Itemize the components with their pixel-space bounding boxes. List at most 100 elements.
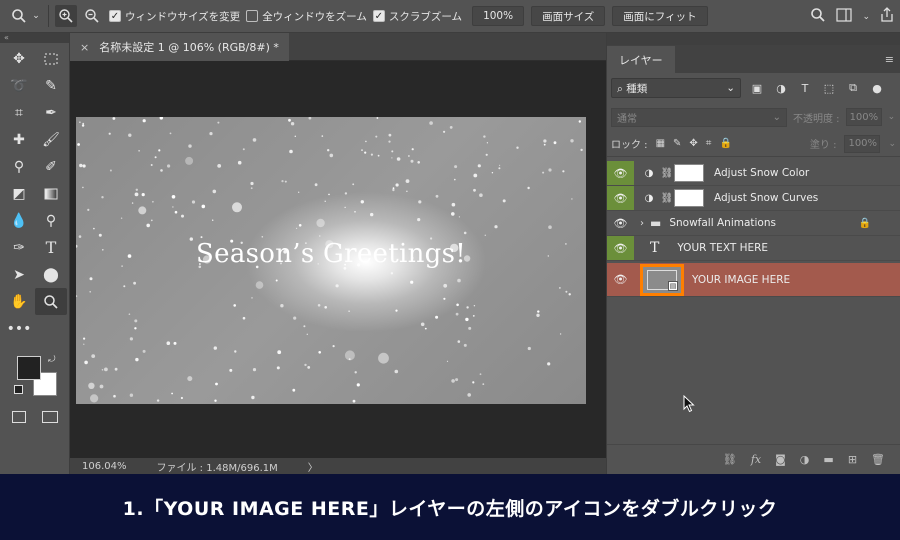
smart-object-filter-icon[interactable]: ⧉ [845, 81, 861, 95]
type-layer-icon[interactable]: T [650, 240, 659, 256]
checkbox-unchecked-icon[interactable] [246, 10, 259, 22]
smart-object-thumbnail[interactable]: ▤ [640, 263, 684, 296]
history-brush-icon[interactable]: ✐ [35, 153, 67, 180]
type-tool-icon[interactable]: T [35, 234, 67, 261]
trash-icon[interactable]: 🗑 [871, 453, 885, 466]
resize-windows-checkbox[interactable]: ✓ ウィンドウサイズを変更 [109, 9, 240, 24]
stamp-tool-icon[interactable]: ⚲ [3, 153, 35, 180]
dodge-tool-icon[interactable]: ⚲ [35, 207, 67, 234]
path-select-icon[interactable]: ➤ [3, 261, 35, 288]
layer-thumbnail[interactable]: ▤ [647, 269, 678, 291]
zoom-all-windows-checkbox[interactable]: 全ウィンドウをズーム [246, 9, 367, 24]
lock-position-icon[interactable]: ✥ [689, 138, 697, 149]
panel-collapse-bar[interactable] [607, 33, 900, 45]
adjustment-layer-icon[interactable]: ◑ [642, 191, 656, 205]
visibility-eye-icon[interactable]: 👁 [607, 161, 634, 185]
default-colors-icon[interactable] [14, 385, 23, 394]
chevron-down-icon[interactable]: ⌄ [862, 12, 870, 22]
new-group-icon[interactable]: ▬ [823, 453, 833, 466]
document-tab[interactable]: × 名称未設定 1 @ 106% (RGB/8#) * [70, 33, 289, 61]
chevron-down-icon[interactable]: ⌄ [888, 112, 896, 122]
new-adjustment-icon[interactable]: ◑ [800, 453, 810, 466]
layer-name[interactable]: Snowfall Animations [669, 217, 776, 229]
link-layers-icon[interactable]: ⛓ [723, 453, 737, 466]
layer-name[interactable]: YOUR IMAGE HERE [692, 274, 790, 286]
chevron-down-icon[interactable]: ⌄ [30, 5, 42, 27]
eraser-tool-icon[interactable]: ◩ [3, 180, 35, 207]
search-icon[interactable] [810, 7, 826, 26]
layer-name[interactable]: Adjust Snow Curves [714, 192, 818, 204]
layer-mask-thumbnail[interactable] [674, 164, 704, 182]
add-mask-icon[interactable]: ◙ [775, 453, 786, 466]
adjustment-filter-icon[interactable]: ◑ [773, 82, 789, 95]
gradient-tool-icon[interactable] [35, 180, 67, 207]
layer-row-adjust-snow-curves[interactable]: 👁 ◑ ⛓ Adjust Snow Curves [607, 186, 900, 211]
lock-transparency-icon[interactable]: ▦ [656, 138, 665, 149]
chevron-right-icon[interactable]: › [640, 218, 644, 229]
screen-mode-icon[interactable] [42, 411, 58, 423]
foreground-color-swatch[interactable] [17, 356, 41, 380]
blur-tool-icon[interactable]: 💧 [3, 207, 35, 234]
zoom-tool-icon[interactable] [8, 5, 30, 27]
visibility-eye-icon[interactable]: 👁 [607, 211, 634, 235]
marquee-tool-icon[interactable] [35, 45, 67, 72]
spot-heal-icon[interactable]: ✚ [3, 126, 35, 153]
chevron-down-icon[interactable]: ⌄ [888, 139, 896, 149]
pen-tool-icon[interactable]: ✑ [3, 234, 35, 261]
layer-row-snowfall-animations[interactable]: 👁 › ▬ Snowfall Animations 🔒 [607, 211, 900, 236]
quick-mask-icon[interactable] [12, 411, 26, 423]
quick-select-icon[interactable]: ✎ [35, 72, 67, 99]
actual-pixels-button[interactable]: 画面サイズ [531, 6, 606, 26]
shape-filter-icon[interactable]: ⬚ [821, 82, 837, 95]
tab-layers[interactable]: レイヤー [607, 46, 675, 73]
layer-row-adjust-snow-color[interactable]: 👁 ◑ ⛓ Adjust Snow Color [607, 161, 900, 186]
fit-screen-button[interactable]: 画面にフィット [612, 6, 708, 26]
zoom-status[interactable]: 106.04% [82, 461, 127, 472]
layer-name[interactable]: YOUR TEXT HERE [677, 242, 768, 254]
visibility-eye-icon[interactable]: 👁 [607, 186, 634, 210]
zoom-tool-icon[interactable] [35, 288, 67, 315]
more-tools-icon[interactable]: ••• [3, 315, 35, 342]
lock-pixels-icon[interactable]: ✎ [673, 138, 681, 149]
close-icon[interactable]: × [80, 41, 89, 54]
blend-mode-select[interactable]: 通常 ⌄ [611, 107, 787, 127]
zoom-out-icon[interactable] [81, 5, 103, 27]
adjustment-layer-icon[interactable]: ◑ [642, 166, 656, 180]
panel-collapse-icon[interactable]: « [0, 33, 69, 43]
canvas[interactable]: Season’s Greetings! [76, 117, 586, 404]
canvas-area[interactable]: Season’s Greetings! [70, 61, 606, 458]
lasso-tool-icon[interactable]: ➰ [3, 72, 35, 99]
crop-tool-icon[interactable]: ⌗ [3, 99, 35, 126]
zoom-in-icon[interactable] [55, 5, 77, 27]
filter-kind-select[interactable]: ⌕ 種類 ⌄ [611, 78, 741, 98]
layer-name[interactable]: Adjust Snow Color [714, 167, 809, 179]
layer-style-icon[interactable]: fx [751, 453, 761, 466]
eyedropper-icon[interactable]: ✒ [35, 99, 67, 126]
workspace-icon[interactable] [836, 8, 853, 25]
checkbox-checked-icon[interactable]: ✓ [109, 10, 121, 22]
scrubby-zoom-checkbox[interactable]: ✓ スクラブズーム [372, 9, 462, 24]
filter-toggle-icon[interactable]: ● [869, 82, 885, 95]
panel-menu-icon[interactable]: ≡ [885, 53, 894, 66]
visibility-eye-icon[interactable]: 👁 [607, 263, 634, 296]
pixel-filter-icon[interactable]: ▣ [749, 82, 765, 95]
layer-mask-thumbnail[interactable] [674, 189, 704, 207]
new-layer-icon[interactable]: ⊞ [848, 453, 857, 466]
share-icon[interactable] [880, 7, 894, 26]
type-filter-icon[interactable]: T [797, 82, 813, 95]
hand-tool-icon[interactable]: ✋ [3, 288, 35, 315]
checkbox-checked-icon[interactable]: ✓ [372, 10, 385, 22]
brush-tool-icon[interactable]: 🖌 [35, 126, 67, 153]
swap-colors-icon[interactable]: ⤾ [48, 355, 56, 365]
ellipse-tool-icon[interactable]: ⬤ [35, 261, 67, 288]
zoom-value-button[interactable]: 100% [472, 6, 525, 26]
opacity-input[interactable]: 100% [845, 108, 882, 126]
lock-all-icon[interactable]: 🔒 [719, 138, 731, 149]
layer-row-your-text-here[interactable]: 👁 T YOUR TEXT HERE [607, 236, 900, 261]
fill-input[interactable]: 100% [844, 134, 881, 153]
layer-row-your-image-here[interactable]: 👁 ▤ YOUR IMAGE HERE [607, 263, 900, 297]
lock-artboard-icon[interactable]: ⌗ [706, 138, 712, 149]
visibility-eye-icon[interactable]: 👁 [607, 236, 634, 260]
move-tool-icon[interactable]: ✥ [3, 45, 35, 72]
status-chevron-icon[interactable]: 〉 [308, 459, 318, 474]
